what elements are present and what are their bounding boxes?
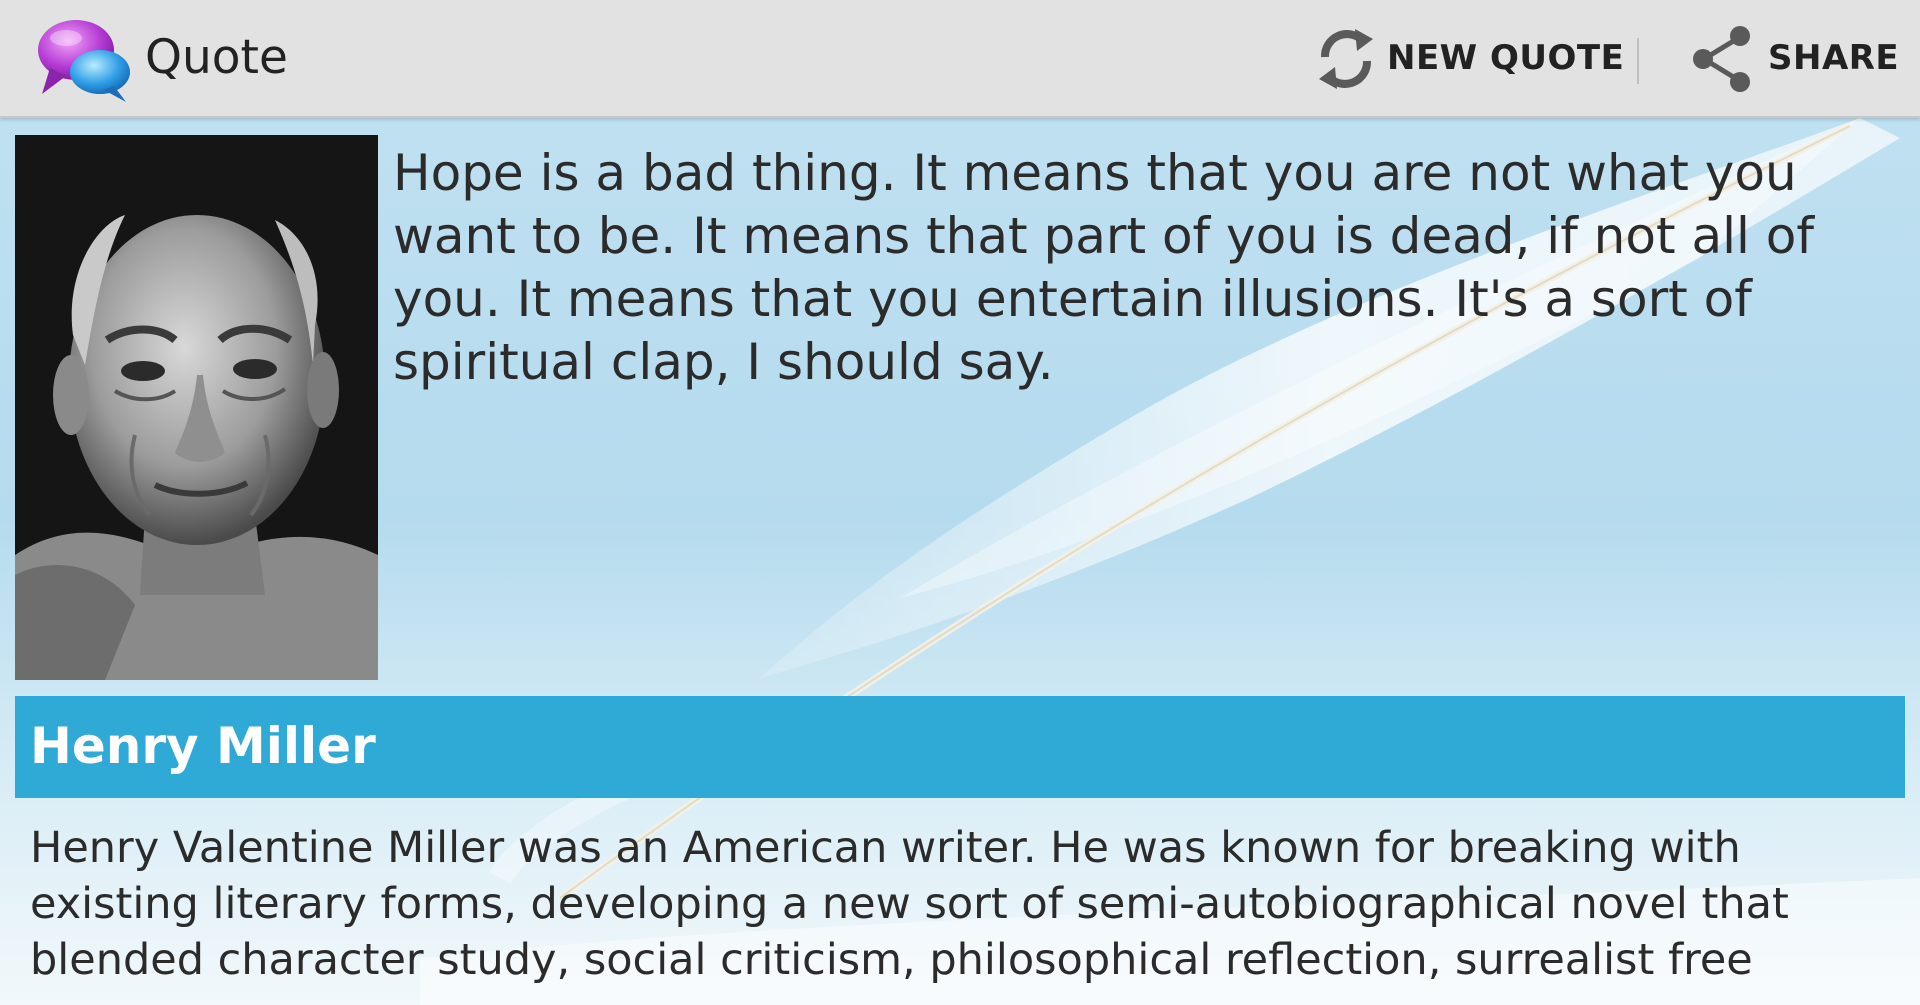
- share-icon: [1693, 26, 1750, 92]
- chat-bubbles-icon[interactable]: [36, 16, 132, 104]
- action-divider: [1637, 38, 1639, 84]
- new-quote-label: NEW QUOTE: [1387, 38, 1625, 78]
- action-bar: Quote NEW QUOTE SHARE: [0, 0, 1920, 118]
- author-bio: Henry Valentine Miller was an American w…: [30, 823, 1789, 985]
- refresh-icon: [1319, 29, 1373, 89]
- share-button[interactable]: SHARE: [1688, 20, 1899, 96]
- author-name: Henry Miller: [30, 717, 376, 775]
- portrait-image: [15, 135, 378, 680]
- new-quote-button[interactable]: NEW QUOTE: [1315, 20, 1624, 96]
- author-portrait: [15, 135, 378, 680]
- quote-text: Hope is a bad thing. It means that you a…: [393, 144, 1814, 391]
- author-header: Henry Miller: [15, 696, 1905, 798]
- share-label: SHARE: [1768, 38, 1900, 78]
- app-title: Quote: [145, 30, 288, 85]
